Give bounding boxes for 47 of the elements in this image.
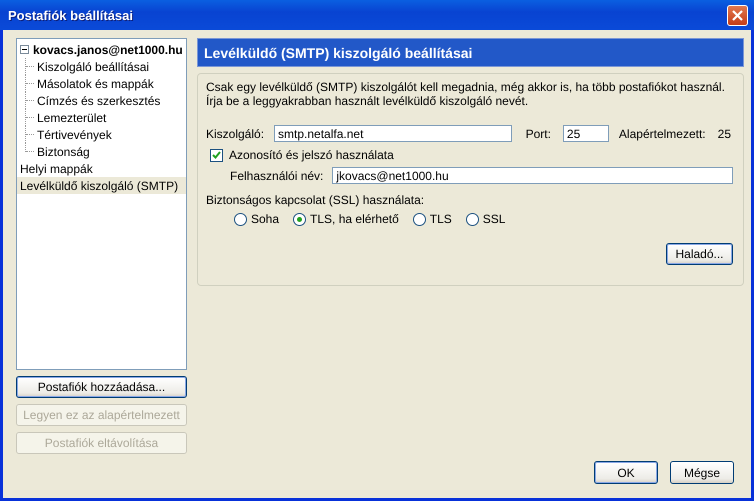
close-icon [731, 8, 744, 22]
tree-item[interactable]: Tértivevények [17, 126, 186, 143]
field-label: Port: [526, 126, 551, 140]
tree-label: Biztonság [37, 144, 90, 158]
tree-item[interactable]: Lemezterület [17, 109, 186, 126]
section-label: Biztonságos kapcsolat (SSL) használata: [206, 193, 426, 207]
tree-label: Levélküldő kiszolgáló (SMTP) [20, 178, 178, 192]
tree-item[interactable]: Kiszolgáló beállításai [17, 58, 186, 75]
radio-button[interactable] [293, 212, 306, 226]
field-label: Felhasználói név: [230, 168, 324, 182]
radio-button[interactable] [412, 212, 426, 226]
radio-button[interactable] [466, 212, 479, 226]
tree-label: Lemezterület [37, 110, 106, 124]
field-label: Kiszolgáló: [206, 126, 264, 140]
window-title: Postafiók beállításai [8, 8, 133, 22]
tree-item[interactable]: kovacs.janos@net1000.hu [17, 41, 186, 58]
username-field[interactable]: jkovacs@net1000.hu [332, 167, 733, 184]
tree-item[interactable]: Címzés és szerkesztés [17, 92, 186, 109]
tree-item[interactable]: Levélküldő kiszolgáló (SMTP) [17, 177, 186, 194]
port-field[interactable]: 25 [562, 125, 609, 142]
description-text: Csak egy levélküldő (SMTP) kiszolgálót kell megadnia, még akkor is, ha több postafiókot használ. Írja be a leggyakrabban használt levélküldő kiszolgáló nevét. [206, 80, 726, 108]
tree-item[interactable]: Helyi mappák [17, 160, 186, 177]
close-button[interactable] [727, 4, 748, 26]
tree-item[interactable]: Másolatok és mappák [17, 75, 186, 92]
radio-button[interactable] [234, 212, 247, 226]
checkbox[interactable] [210, 148, 223, 162]
ok-button[interactable]: OK [594, 461, 658, 484]
radio-label: SSL [482, 212, 506, 226]
field-label: Alapértelmezett: [618, 126, 706, 140]
radio-label: Soha [251, 212, 280, 226]
account-action-button[interactable]: Postafiók hozzáadása... [16, 376, 187, 398]
tree-label: Tértivevények [37, 128, 112, 142]
default-port-value: 25 [718, 126, 731, 140]
tree-item[interactable]: Biztonság [17, 143, 186, 160]
tree-label: Címzés és szerkesztés [37, 94, 160, 108]
cancel-button[interactable]: Mégse [670, 461, 734, 484]
collapse-icon[interactable] [20, 45, 29, 54]
panel-header: Levélküldő (SMTP) kiszolgáló beállításai [197, 38, 744, 67]
account-name: kovacs.janos@net1000.hu [33, 42, 183, 56]
advanced-button[interactable]: Haladó... [666, 243, 733, 265]
radio-label: TLS [430, 212, 452, 226]
server-field[interactable]: smtp.netalfa.net [274, 125, 512, 142]
tree-label: Helyi mappák [20, 162, 93, 176]
checkbox-label: Azonosító és jelszó használata [229, 148, 394, 162]
tree-label: Másolatok és mappák [37, 76, 154, 90]
tree-label: Kiszolgáló beállításai [37, 60, 150, 74]
radio-label: TLS, ha elérhető [310, 212, 399, 226]
